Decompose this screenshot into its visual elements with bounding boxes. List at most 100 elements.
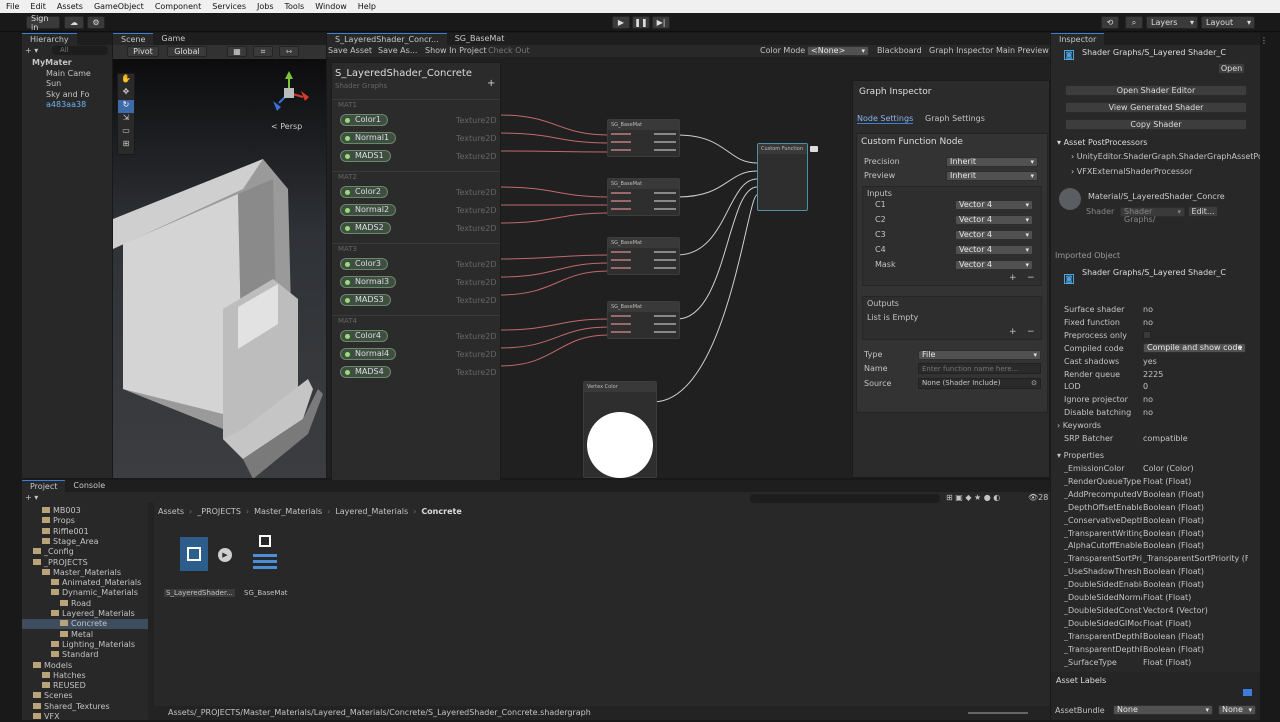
tab-hierarchy[interactable]: Hierarchy bbox=[22, 33, 77, 45]
tree-scrollbar[interactable] bbox=[148, 503, 154, 720]
node-port-icon[interactable] bbox=[654, 259, 676, 261]
project-folder[interactable]: Layered_Materials bbox=[22, 609, 148, 619]
project-folder[interactable]: Scenes bbox=[22, 691, 148, 701]
breadcrumb-item[interactable]: Master_Materials bbox=[254, 507, 322, 516]
scene-gizmo-icon[interactable] bbox=[269, 71, 309, 115]
project-folder[interactable]: Stage_Area bbox=[22, 537, 148, 547]
node-port-icon[interactable] bbox=[654, 208, 676, 210]
node-port-icon[interactable] bbox=[654, 192, 676, 194]
copy-shader-button[interactable]: Copy Shader bbox=[1065, 119, 1247, 130]
project-folder[interactable]: MB003 bbox=[22, 506, 148, 516]
menu-item-gameobject[interactable]: GameObject bbox=[94, 2, 144, 11]
zoom-slider[interactable] bbox=[968, 712, 1028, 714]
tab-console[interactable]: Console bbox=[65, 480, 113, 492]
shader-dropdown[interactable]: Shader Graphs/ bbox=[1120, 207, 1185, 224]
input-type-dropdown[interactable]: Vector 4 bbox=[955, 230, 1033, 240]
rotate-tool-icon[interactable]: ↻ bbox=[118, 100, 134, 113]
add-input-icon[interactable]: + bbox=[1009, 273, 1017, 283]
node-port-icon[interactable] bbox=[611, 133, 631, 135]
menu-item-assets[interactable]: Assets bbox=[57, 2, 83, 11]
object-picker-icon[interactable]: ⊙ bbox=[1031, 379, 1037, 388]
play-button[interactable]: ▶ bbox=[612, 16, 630, 29]
hierarchy-search-input[interactable]: All bbox=[52, 46, 108, 55]
asset-bundle-dropdown[interactable]: None bbox=[1113, 705, 1213, 715]
project-folder[interactable]: Animated_Materials bbox=[22, 578, 148, 588]
sg-basemat-node[interactable]: SG_BaseMat bbox=[607, 301, 680, 339]
menu-item-window[interactable]: Window bbox=[315, 2, 347, 11]
source-field[interactable]: None (Shader Include) ⊙ bbox=[918, 378, 1041, 389]
node-port-icon[interactable] bbox=[611, 315, 631, 317]
sign-in-button[interactable]: Sign in bbox=[26, 14, 60, 32]
tab-graph-settings[interactable]: Graph Settings bbox=[925, 114, 985, 123]
pause-button[interactable]: ❚❚ bbox=[632, 16, 650, 29]
project-folder[interactable]: Riffle001 bbox=[22, 527, 148, 537]
postprocessor-item[interactable]: › UnityEditor.ShaderGraph.ShaderGraphAss… bbox=[1071, 152, 1267, 161]
align-icon[interactable]: ⇿ bbox=[279, 46, 299, 57]
node-output-icon[interactable] bbox=[810, 146, 818, 152]
sg-basemat-node[interactable]: SG_BaseMat bbox=[607, 237, 680, 275]
tab-project[interactable]: Project bbox=[22, 480, 66, 492]
input-type-dropdown[interactable]: Vector 4 bbox=[955, 200, 1033, 210]
node-port-icon[interactable] bbox=[611, 149, 631, 151]
node-port-icon[interactable] bbox=[654, 133, 676, 135]
node-port-icon[interactable] bbox=[654, 315, 676, 317]
hierarchy-item[interactable]: Sky and Fo bbox=[22, 90, 112, 100]
compiled-code-dropdown[interactable]: Compile and show code bbox=[1143, 342, 1246, 353]
node-port-icon[interactable] bbox=[611, 323, 631, 325]
type-dropdown[interactable]: File bbox=[918, 350, 1041, 360]
filter-icons[interactable]: ⊞ ▣ ◆ ★ ● ◐ bbox=[946, 493, 1000, 502]
input-type-dropdown[interactable]: Vector 4 bbox=[955, 215, 1033, 225]
menu-item-tools[interactable]: Tools bbox=[285, 2, 305, 11]
menu-item-edit[interactable]: Edit bbox=[30, 2, 46, 11]
hand-tool-icon[interactable]: ✋ bbox=[118, 74, 134, 87]
layers-dropdown[interactable]: Layers ▾ bbox=[1146, 16, 1198, 29]
project-folder[interactable]: Models bbox=[22, 661, 148, 671]
move-tool-icon[interactable]: ✥ bbox=[118, 87, 134, 100]
node-port-icon[interactable] bbox=[654, 331, 676, 333]
add-icon[interactable]: + ▾ bbox=[25, 46, 38, 55]
postprocessor-item[interactable]: › VFXExternalShaderProcessor bbox=[1071, 167, 1192, 176]
menu-item-file[interactable]: File bbox=[6, 2, 19, 11]
project-search-input[interactable] bbox=[750, 494, 940, 503]
remove-output-icon[interactable]: − bbox=[1027, 327, 1035, 337]
project-folder[interactable]: Shared_Textures bbox=[22, 702, 148, 712]
precision-dropdown[interactable]: Inherit bbox=[946, 157, 1038, 167]
menu-item-services[interactable]: Services bbox=[212, 2, 246, 11]
project-folder[interactable]: Master_Materials bbox=[22, 568, 148, 578]
keywords-foldout[interactable]: › Keywords bbox=[1057, 421, 1101, 430]
collab-icon[interactable]: ⚙ bbox=[87, 16, 105, 29]
step-button[interactable]: ▶| bbox=[652, 16, 670, 29]
global-dropdown[interactable]: Global bbox=[167, 46, 207, 57]
project-folder[interactable]: Road bbox=[22, 599, 148, 609]
tab-inspector[interactable]: Inspector bbox=[1051, 33, 1105, 45]
menu-item-help[interactable]: Help bbox=[358, 2, 376, 11]
open-shader-editor-button[interactable]: Open Shader Editor bbox=[1065, 85, 1247, 96]
bundle-variant-dropdown[interactable]: None bbox=[1218, 705, 1256, 715]
project-folder[interactable]: _Config bbox=[22, 547, 148, 557]
preprocess-checkbox[interactable] bbox=[1143, 330, 1151, 339]
breadcrumb-item[interactable]: Concrete bbox=[421, 507, 461, 516]
project-folder[interactable]: Standard bbox=[22, 650, 148, 660]
tab-scene[interactable]: Scene bbox=[113, 33, 154, 45]
subgraph-asset-icon[interactable] bbox=[250, 535, 280, 575]
open-button[interactable]: Open bbox=[1218, 63, 1245, 74]
node-port-icon[interactable] bbox=[654, 323, 676, 325]
transform-tool-icon[interactable]: ⊞ bbox=[118, 139, 134, 152]
preview-dropdown[interactable]: Inherit bbox=[946, 171, 1038, 181]
pivot-dropdown[interactable]: Pivot bbox=[127, 46, 159, 57]
node-port-icon[interactable] bbox=[611, 267, 631, 269]
node-port-icon[interactable] bbox=[654, 149, 676, 151]
project-folder[interactable]: Concrete bbox=[22, 619, 148, 630]
scale-tool-icon[interactable]: ⇲ bbox=[118, 113, 134, 126]
breadcrumb-item[interactable]: Layered_Materials bbox=[335, 507, 408, 516]
panel-menu-icon[interactable]: ⋮ bbox=[1260, 36, 1268, 45]
sg-basemat-node[interactable]: SG_BaseMat bbox=[607, 119, 680, 157]
cloud-icon[interactable]: ☁ bbox=[64, 16, 84, 29]
create-icon[interactable]: + ▾ bbox=[25, 493, 38, 502]
label-icon[interactable] bbox=[1243, 689, 1252, 696]
node-port-icon[interactable] bbox=[611, 200, 631, 202]
history-icon[interactable]: ⟲ bbox=[1101, 16, 1119, 29]
tab-game[interactable]: Game bbox=[153, 33, 193, 45]
hierarchy-item[interactable]: a483aa38 bbox=[22, 100, 112, 110]
node-port-icon[interactable] bbox=[654, 200, 676, 202]
